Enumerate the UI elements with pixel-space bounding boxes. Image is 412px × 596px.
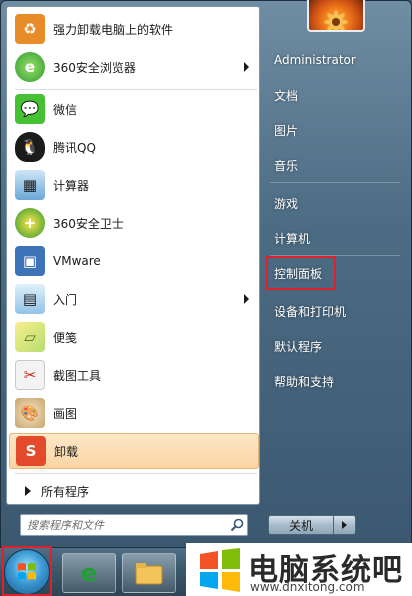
program-calculator[interactable]: ▦ 计算器 [9,167,259,203]
menu-devices-printers[interactable]: 设备和打印机 [265,298,405,324]
program-label: 360安全卫士 [53,216,124,231]
submenu-arrow-icon [244,294,249,304]
program-wechat[interactable]: 💬 微信 [9,91,259,127]
program-snipping-tool[interactable]: ✂ 截图工具 [9,357,259,393]
program-label: 腾讯QQ [53,140,96,155]
360-browser-icon: e [15,52,45,82]
program-qq[interactable]: 🐧 腾讯QQ [9,129,259,165]
arrow-right-icon [342,521,347,529]
menu-label: Administrator [274,53,356,67]
sticky-notes-icon: ▱ [15,322,45,352]
menu-label: 图片 [274,123,299,138]
menu-documents[interactable]: 文档 [265,82,405,108]
wechat-icon: 💬 [15,94,45,124]
search-area [6,506,260,544]
menu-label: 游戏 [274,196,299,211]
program-sticky-notes[interactable]: ▱ 便笺 [9,319,259,355]
menu-user-administrator[interactable]: Administrator [265,47,405,73]
menu-label: 设备和打印机 [274,304,347,319]
program-label: VMware [53,254,101,268]
submenu-arrow-icon [244,62,249,72]
qq-penguin-icon: 🐧 [15,132,45,162]
program-label: 360安全浏览器 [53,60,136,75]
program-uninstaller[interactable]: ♻ 强力卸载电脑上的软件 [9,11,259,47]
user-avatar[interactable] [307,0,365,32]
360-security-icon: + [15,208,45,238]
all-programs-button[interactable]: 所有程序 [15,480,255,502]
divider [270,182,400,183]
divider [15,89,257,90]
program-paint[interactable]: 🎨 画图 [9,395,259,431]
menu-label: 计算机 [274,231,311,246]
search-input[interactable] [27,516,227,534]
uninstaller-icon: ♻ [15,14,45,44]
menu-pictures[interactable]: 图片 [265,117,405,143]
shutdown-options-button[interactable] [334,515,356,535]
windows-logo-icon [200,548,240,592]
menu-games[interactable]: 游戏 [265,190,405,216]
program-label: 截图工具 [53,368,102,383]
menu-music[interactable]: 音乐 [265,152,405,178]
menu-computer[interactable]: 计算机 [265,225,405,251]
highlight-box [266,256,336,290]
menu-label: 默认程序 [274,339,323,354]
program-getting-started[interactable]: ▤ 入门 [9,281,259,317]
menu-label: 文档 [274,88,299,103]
program-label: 微信 [53,102,78,117]
taskbar-explorer-button[interactable] [122,553,176,593]
watermark: 电脑系统吧 www.dnxitong.com [186,543,412,596]
triangle-right-icon [25,486,31,496]
program-label: 计算器 [53,178,90,193]
program-label: 画图 [53,406,78,421]
paint-icon: 🎨 [15,398,45,428]
shutdown-button[interactable]: 关机 [268,515,334,535]
menu-default-programs[interactable]: 默认程序 [265,333,405,359]
program-360-browser[interactable]: e 360安全浏览器 [9,49,259,85]
program-360-security[interactable]: + 360安全卫士 [9,205,259,241]
taskbar-ie-button[interactable]: e [62,553,116,593]
snipping-tool-icon: ✂ [15,360,45,390]
menu-label: 音乐 [274,158,299,173]
folder-icon [135,563,163,585]
program-label: 卸载 [54,444,79,459]
vmware-icon: ▣ [15,246,45,276]
calculator-icon: ▦ [15,170,45,200]
highlight-box [2,546,52,596]
program-label: 便笺 [53,330,78,345]
programs-pane: ♻ 强力卸载电脑上的软件 e 360安全浏览器 💬 微信 🐧 腾讯QQ ▦ 计算… [6,6,260,505]
shutdown-label: 关机 [288,518,313,533]
ie-browser-icon: e [80,559,98,587]
program-vmware[interactable]: ▣ VMware [9,243,259,279]
watermark-url: www.dnxitong.com [250,580,365,594]
search-box[interactable] [20,514,248,536]
menu-help-support[interactable]: 帮助和支持 [265,368,405,394]
program-uninstall-highlighted[interactable]: S 卸载 [9,433,259,469]
divider [15,473,257,474]
program-label: 入门 [53,292,78,307]
uninstall-icon: S [16,436,46,466]
program-label: 强力卸载电脑上的软件 [53,22,174,37]
search-icon[interactable] [227,516,247,534]
menu-label: 帮助和支持 [274,374,335,389]
getting-started-icon: ▤ [15,284,45,314]
all-programs-label: 所有程序 [41,484,90,499]
